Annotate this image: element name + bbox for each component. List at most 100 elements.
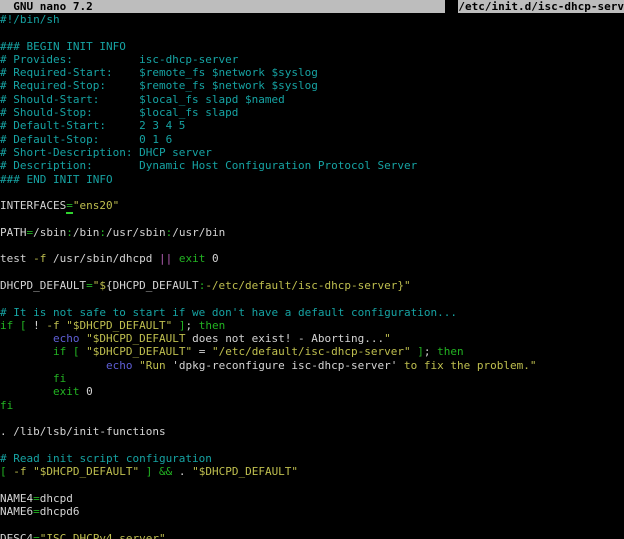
syntax-segment: echo (53, 332, 80, 345)
syntax-segment: && (159, 465, 172, 478)
syntax-segment: . (172, 465, 192, 478)
titlebar-notch (445, 0, 458, 13)
file-path-label: /etc/init.d/isc-dhcp-serv (458, 0, 624, 13)
syntax-segment: does not exist! - Aborting... (185, 332, 384, 345)
syntax-segment: . /lib/lsb/init-functions (0, 425, 166, 438)
syntax-segment: ### END INIT INFO (0, 173, 113, 186)
code-line: PATH=/sbin:/bin:/usr/sbin:/usr/bin (0, 226, 624, 239)
editor-content[interactable]: #!/bin/sh ### BEGIN INIT INFO# Provides: … (0, 13, 624, 539)
syntax-segment: /usr/sbin/dhcpd (46, 252, 159, 265)
syntax-segment: = (33, 532, 40, 539)
code-line: [ -f "$DHCPD_DEFAULT" ] && . "$DHCPD_DEF… (0, 465, 624, 478)
syntax-segment: fi (53, 372, 66, 385)
syntax-segment: "/etc/default/isc-dhcp-server" (212, 345, 411, 358)
code-line: # Provides: isc-dhcp-server (0, 53, 624, 66)
nano-version-label: GNU nano 7.2 (0, 0, 93, 13)
code-line: NAME4=dhcpd (0, 492, 624, 505)
syntax-segment (13, 319, 20, 332)
syntax-segment: " (384, 332, 391, 345)
syntax-segment: # Default-Stop: 0 1 6 (0, 133, 172, 146)
syntax-segment: -f (33, 252, 46, 265)
code-line (0, 518, 624, 531)
syntax-segment (152, 465, 159, 478)
syntax-segment (172, 252, 179, 265)
syntax-segment: echo (106, 359, 133, 372)
syntax-segment: # Description: Dynamic Host Configuratio… (0, 159, 417, 172)
syntax-segment: "$DHCPD_DEFAULT" (66, 319, 172, 332)
code-line (0, 439, 624, 452)
syntax-segment: "$DHCPD_DEFAULT" (86, 345, 192, 358)
syntax-segment: PATH (0, 226, 27, 239)
code-line: echo "$DHCPD_DEFAULT does not exist! - A… (0, 332, 624, 345)
code-line: DHCPD_DEFAULT="${DHCPD_DEFAULT:-/etc/def… (0, 279, 624, 292)
syntax-segment: fi (0, 399, 13, 412)
syntax-segment: dhcpd6 (40, 505, 80, 518)
code-line: # Default-Start: 2 3 4 5 (0, 119, 624, 132)
code-line: ### END INIT INFO (0, 173, 624, 186)
syntax-segment: || (159, 252, 172, 265)
syntax-segment: DESC4 (0, 532, 33, 539)
syntax-segment: 'dpkg-reconfigure isc-dhcp-server' (172, 359, 397, 372)
syntax-segment: NAME4 (0, 492, 33, 505)
syntax-segment: INTERFACES (0, 199, 66, 212)
syntax-segment: 0 (79, 385, 92, 398)
syntax-segment: # Should-Stop: $local_fs slapd (0, 106, 238, 119)
syntax-segment: ### BEGIN INIT INFO (0, 40, 126, 53)
code-line: exit 0 (0, 385, 624, 398)
syntax-segment (0, 385, 53, 398)
titlebar-filler (93, 0, 446, 13)
syntax-segment: # Read init script configuration (0, 452, 212, 465)
code-line: # Short-Description: DHCP server (0, 146, 624, 159)
code-line: ### BEGIN INIT INFO (0, 40, 624, 53)
syntax-segment: "$ (93, 279, 106, 292)
code-line: # Read init script configuration (0, 452, 624, 465)
code-line: # It is not safe to start if we don't ha… (0, 306, 624, 319)
code-line (0, 478, 624, 491)
code-line: #!/bin/sh (0, 13, 624, 26)
syntax-segment: # Default-Start: 2 3 4 5 (0, 119, 185, 132)
syntax-segment: #!/bin/sh (0, 13, 60, 26)
syntax-segment (139, 465, 146, 478)
syntax-segment: [ (0, 465, 7, 478)
syntax-segment: exit (179, 252, 206, 265)
syntax-segment: dhcpd (40, 492, 73, 505)
syntax-segment (66, 345, 73, 358)
syntax-segment: # It is not safe to start if we don't ha… (0, 306, 457, 319)
syntax-segment: then (437, 345, 464, 358)
syntax-segment: test (0, 252, 33, 265)
code-line (0, 239, 624, 252)
syntax-segment: "$DHCPD_DEFAULT" (33, 465, 139, 478)
code-line (0, 292, 624, 305)
syntax-segment: {DHCPD_DEFAULT (106, 279, 199, 292)
syntax-segment: "ISC DHCPv4 server" (40, 532, 166, 539)
syntax-segment: "Run (139, 359, 172, 372)
code-line (0, 186, 624, 199)
syntax-segment: # Short-Description: DHCP server (0, 146, 212, 159)
syntax-segment: if (0, 319, 13, 332)
syntax-segment: [ (20, 319, 27, 332)
code-line: test -f /usr/sbin/dhcpd || exit 0 (0, 252, 624, 265)
code-line (0, 266, 624, 279)
syntax-segment (0, 345, 53, 358)
syntax-segment: # Provides: isc-dhcp-server (0, 53, 238, 66)
syntax-segment: /sbin (33, 226, 66, 239)
syntax-segment: = (192, 345, 212, 358)
code-line: # Default-Stop: 0 1 6 (0, 133, 624, 146)
syntax-segment: then (199, 319, 226, 332)
syntax-segment: # Required-Stop: $remote_fs $network $sy… (0, 79, 318, 92)
syntax-segment: = (33, 492, 40, 505)
syntax-segment: = (86, 279, 93, 292)
syntax-segment: /bin (73, 226, 100, 239)
syntax-segment: if (53, 345, 66, 358)
syntax-segment: -f (46, 319, 59, 332)
code-line: # Should-Stop: $local_fs slapd (0, 106, 624, 119)
code-line: # Should-Start: $local_fs slapd $named (0, 93, 624, 106)
code-line: INTERFACES="ens20" (0, 199, 624, 212)
syntax-segment: 0 (205, 252, 218, 265)
syntax-segment (0, 372, 53, 385)
code-line: # Description: Dynamic Host Configuratio… (0, 159, 624, 172)
syntax-segment: /usr/bin (172, 226, 225, 239)
code-line: NAME6=dhcpd6 (0, 505, 624, 518)
syntax-segment: -/etc/default/isc-dhcp-server}" (205, 279, 410, 292)
terminal-screen: GNU nano 7.2 /etc/init.d/isc-dhcp-serv #… (0, 0, 624, 539)
